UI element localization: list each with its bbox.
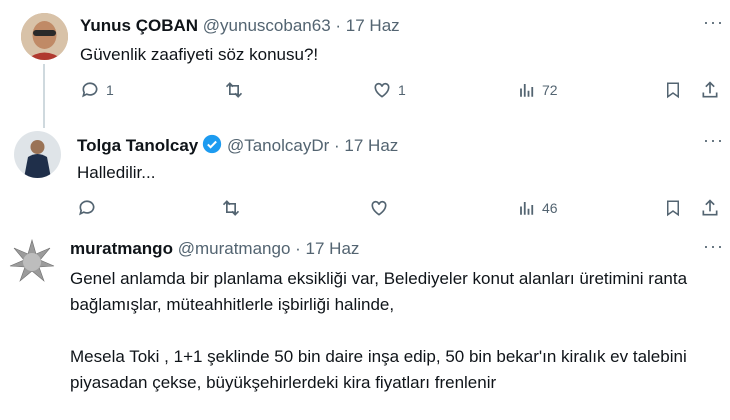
tweet-2[interactable]: Tolga Tanolcay @TanolcayDr · 17 Haz ··· … [0, 118, 730, 226]
like-button[interactable]: 1 [372, 80, 406, 100]
bookmark-button[interactable] [664, 198, 682, 218]
like-count: 1 [398, 82, 406, 98]
tweet-text: Halledilir... [77, 163, 156, 182]
reply-button[interactable]: 1 [80, 80, 114, 100]
tweet-date[interactable]: 17 Haz [344, 136, 398, 155]
author-handle[interactable]: @muratmango [178, 239, 291, 258]
more-icon[interactable]: ··· [703, 12, 724, 33]
share-button[interactable] [700, 80, 720, 100]
paragraph-spacer [70, 318, 722, 344]
views-icon [520, 202, 534, 215]
author-name[interactable]: Tolga Tanolcay [77, 136, 198, 155]
tweet-3[interactable]: muratmango @muratmango · 17 Haz ··· Gene… [0, 228, 730, 420]
views-button[interactable]: 46 [518, 198, 558, 218]
bookmark-icon [667, 200, 679, 217]
avatar[interactable] [14, 131, 61, 178]
bookmark-icon [667, 82, 679, 99]
avatar-photo [14, 131, 61, 178]
views-count: 46 [542, 200, 558, 216]
author-name[interactable]: muratmango [70, 239, 173, 258]
tweet-date[interactable]: 17 Haz [306, 239, 360, 258]
reply-count: 1 [106, 82, 114, 98]
share-icon [702, 81, 718, 98]
views-count: 72 [542, 82, 558, 98]
views-button[interactable]: 72 [518, 80, 558, 100]
separator: · [335, 16, 342, 35]
retweet-icon [222, 200, 240, 216]
avatar[interactable] [21, 13, 68, 60]
share-button[interactable] [700, 198, 720, 218]
separator: · [334, 136, 340, 155]
separator: · [295, 239, 301, 258]
avatar-photo [21, 13, 68, 60]
like-icon [374, 82, 390, 98]
retweet-icon [225, 82, 243, 98]
tweet-paragraph: Mesela Toki , 1+1 şeklinde 50 bin daire … [70, 347, 687, 392]
author-handle[interactable]: @TanolcayDr [227, 136, 329, 155]
reply-icon [79, 200, 95, 216]
retweet-button[interactable] [223, 80, 251, 100]
verified-icon [203, 134, 222, 154]
like-button[interactable] [369, 198, 395, 218]
tweet-text: Genel anlamda bir planlama eksikliği var… [70, 266, 722, 396]
tweet-paragraph: Genel anlamda bir planlama eksikliği var… [70, 269, 688, 314]
avatar[interactable] [6, 236, 58, 288]
avatar-photo [6, 236, 58, 288]
views-icon [520, 84, 534, 97]
like-icon [371, 200, 387, 216]
more-icon[interactable]: ··· [703, 236, 724, 257]
reply-button[interactable] [77, 198, 103, 218]
share-icon [702, 199, 718, 216]
tweet-text: Güvenlik zaafiyeti söz konusu?! [80, 45, 319, 64]
author-handle[interactable]: @yunuscoban63 [203, 16, 331, 35]
tweet-date[interactable]: 17 Haz [346, 16, 400, 35]
retweet-button[interactable] [220, 198, 248, 218]
bookmark-button[interactable] [664, 80, 682, 100]
more-icon[interactable]: ··· [703, 130, 724, 151]
reply-icon [82, 82, 98, 98]
author-name[interactable]: Yunus ÇOBAN [80, 16, 198, 35]
tweet-1[interactable]: Yunus ÇOBAN @yunuscoban63 · 17 Haz ··· G… [0, 0, 730, 128]
